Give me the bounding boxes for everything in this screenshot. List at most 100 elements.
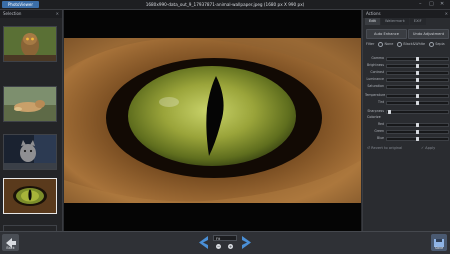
luminance-slider-row: Luminance <box>365 76 449 82</box>
filter-row: Filter None Black&White Sepia <box>366 41 450 48</box>
undo-adjustment-label: Undo Adjustment <box>412 32 445 36</box>
dog-image <box>4 87 56 121</box>
actions-panel-title: Actions <box>366 11 381 16</box>
actions-tabs: Edit Watermark EXIF <box>365 18 426 25</box>
saturation-label: Saturation <box>367 84 384 88</box>
back-button[interactable]: Back <box>2 234 19 251</box>
temperature-label: Temperature <box>365 93 386 97</box>
minimize-icon[interactable]: – <box>419 1 422 8</box>
filter-bw-label: Black&White <box>403 42 426 46</box>
auto-enhance-label: Auto Enhance <box>374 32 399 36</box>
title-bar: PhotoViewer 1680x990-data_out_9_17937871… <box>0 0 450 10</box>
cat-eye-image <box>4 179 56 213</box>
zoom-in-icon[interactable]: + <box>228 244 233 249</box>
red-slider-thumb[interactable] <box>416 122 419 127</box>
saturation-slider[interactable] <box>386 84 449 89</box>
luminance-label: Luminance <box>366 77 384 81</box>
window-title: 1680x990-data_out_9_17937871-animal-wall… <box>145 2 305 7</box>
next-image-button[interactable] <box>241 235 253 250</box>
brightness-slider-thumb[interactable] <box>416 63 419 68</box>
maximize-icon[interactable]: □ <box>429 1 434 8</box>
chevron-right-icon <box>242 236 251 249</box>
apply-button[interactable]: ✓ Apply <box>421 144 435 152</box>
filter-none-label: None <box>384 42 394 46</box>
sharpness-slider[interactable] <box>386 109 449 114</box>
revert-label: Revert to original <box>371 146 403 150</box>
tint-label: Tint <box>377 100 384 104</box>
tab-watermark[interactable]: Watermark <box>380 18 409 25</box>
filter-label: Filter <box>366 42 375 46</box>
blue-slider[interactable] <box>386 136 449 141</box>
tab-exif[interactable]: EXIF <box>409 18 426 25</box>
blue-slider-thumb[interactable] <box>416 136 419 141</box>
blue-slider-row: Blue <box>365 135 449 141</box>
auto-enhance-button[interactable]: Auto Enhance <box>366 29 407 39</box>
blue-label: Blue <box>376 136 384 140</box>
gamma-slider-row: Gamma <box>365 55 449 61</box>
sharpness-slider-thumb[interactable] <box>388 109 391 114</box>
green-slider[interactable] <box>386 129 449 134</box>
tint-slider[interactable] <box>386 100 449 105</box>
brightness-label: Brightness <box>367 63 384 67</box>
actions-panel: Actions ✕ Edit Watermark EXIF Auto Enhan… <box>362 10 450 231</box>
tab-edit[interactable]: Edit <box>365 18 380 25</box>
filter-none-radio[interactable] <box>378 41 384 47</box>
contrast-slider-thumb[interactable] <box>416 70 419 75</box>
luminance-slider[interactable] <box>386 77 449 82</box>
bottom-toolbar: Back Fit − + Save <box>0 231 450 254</box>
brightness-slider[interactable] <box>386 63 449 68</box>
filter-sepia-radio[interactable] <box>429 41 435 47</box>
contrast-label: Contrast <box>370 70 384 74</box>
contrast-slider-row: Contrast <box>365 69 449 75</box>
save-label: Save <box>434 246 444 250</box>
zoom-select[interactable]: Fit <box>213 235 237 241</box>
kitten-image <box>4 135 56 169</box>
cat-eye-photo <box>64 10 361 231</box>
tint-slider-row: Tint <box>365 99 449 105</box>
image-viewer[interactable] <box>64 10 361 231</box>
tint-slider-thumb[interactable] <box>416 100 419 105</box>
thumbnail-cat-eye[interactable] <box>3 178 57 214</box>
save-button[interactable]: Save <box>431 234 447 251</box>
selection-panel-title: Selection <box>3 11 22 16</box>
temperature-slider[interactable] <box>386 93 449 98</box>
gamma-slider[interactable] <box>386 56 449 61</box>
red-slider[interactable] <box>386 122 449 127</box>
zoom-out-icon[interactable]: − <box>216 244 221 249</box>
green-label: Green <box>374 129 384 133</box>
app-tab[interactable]: PhotoViewer <box>2 1 40 8</box>
colorize-label: Colorize <box>367 115 381 119</box>
red-label: Red <box>377 122 384 126</box>
thumbnail-kitten[interactable] <box>3 134 57 170</box>
gamma-label: Gamma <box>371 56 384 60</box>
green-slider-thumb[interactable] <box>416 129 419 134</box>
revert-to-original-button[interactable]: ↺ Revert to original <box>367 144 402 152</box>
contrast-slider[interactable] <box>386 70 449 75</box>
zoom-value: Fit <box>216 237 221 241</box>
temperature-slider-row: Temperature <box>365 92 449 98</box>
thumbnail-owl[interactable] <box>3 26 57 62</box>
close-icon[interactable]: ✕ <box>445 10 448 18</box>
close-icon[interactable]: ✕ <box>440 1 444 8</box>
luminance-slider-thumb[interactable] <box>416 77 419 82</box>
chevron-left-icon <box>199 236 208 249</box>
actions-panel-header: Actions ✕ <box>363 10 450 18</box>
filter-bw-radio[interactable] <box>397 41 403 47</box>
brightness-slider-row: Brightness <box>365 62 449 68</box>
red-slider-row: Red <box>365 121 449 127</box>
thumbnail-dog[interactable] <box>3 86 57 122</box>
back-label: Back <box>6 246 15 250</box>
temperature-slider-thumb[interactable] <box>416 93 419 98</box>
close-icon[interactable]: ✕ <box>56 10 59 18</box>
undo-adjustment-button[interactable]: Undo Adjustment <box>408 29 449 39</box>
previous-image-button[interactable] <box>197 235 209 250</box>
filter-sepia-label: Sepia <box>435 42 445 46</box>
selection-panel-header: Selection ✕ <box>0 10 62 18</box>
selection-panel: Selection ✕ <box>0 10 63 241</box>
owl-image <box>4 27 56 61</box>
apply-label: Apply <box>425 146 436 150</box>
saturation-slider-thumb[interactable] <box>416 84 419 89</box>
gamma-slider-thumb[interactable] <box>416 56 419 61</box>
green-slider-row: Green <box>365 128 449 134</box>
saturation-slider-row: Saturation <box>365 83 449 89</box>
